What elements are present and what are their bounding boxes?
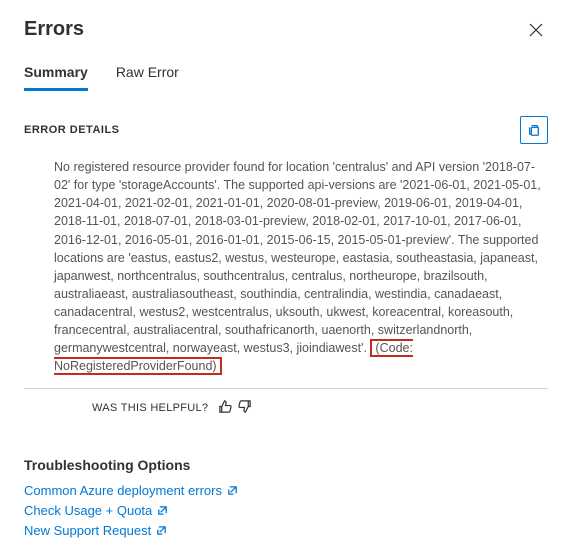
link-label: Common Azure deployment errors bbox=[24, 483, 222, 498]
copy-button[interactable] bbox=[520, 116, 548, 144]
tabs: Summary Raw Error bbox=[24, 64, 548, 92]
external-link-icon bbox=[227, 485, 238, 496]
error-message: No registered resource provider found fo… bbox=[24, 158, 548, 389]
panel-title: Errors bbox=[24, 18, 84, 41]
thumbs-up-icon bbox=[218, 399, 233, 414]
external-link-icon bbox=[156, 525, 167, 536]
copy-icon bbox=[527, 123, 541, 137]
close-icon bbox=[528, 22, 544, 38]
troubleshooting-section: Troubleshooting Options Common Azure dep… bbox=[24, 453, 548, 538]
link-check-usage-quota[interactable]: Check Usage + Quota bbox=[24, 503, 548, 518]
link-label: New Support Request bbox=[24, 523, 151, 538]
link-new-support-request[interactable]: New Support Request bbox=[24, 523, 548, 538]
thumbs-up-button[interactable] bbox=[218, 399, 233, 417]
feedback-label: WAS THIS HELPFUL? bbox=[92, 402, 208, 414]
link-common-errors[interactable]: Common Azure deployment errors bbox=[24, 483, 548, 498]
tab-summary[interactable]: Summary bbox=[24, 64, 88, 91]
link-label: Check Usage + Quota bbox=[24, 503, 152, 518]
thumbs-down-button[interactable] bbox=[237, 399, 252, 417]
error-message-text: No registered resource provider found fo… bbox=[54, 160, 541, 355]
troubleshooting-title: Troubleshooting Options bbox=[24, 457, 548, 473]
close-button[interactable] bbox=[524, 18, 548, 42]
tab-raw-error[interactable]: Raw Error bbox=[116, 64, 179, 91]
external-link-icon bbox=[157, 505, 168, 516]
error-details-label: ERROR DETAILS bbox=[24, 124, 120, 136]
thumbs-down-icon bbox=[237, 399, 252, 414]
